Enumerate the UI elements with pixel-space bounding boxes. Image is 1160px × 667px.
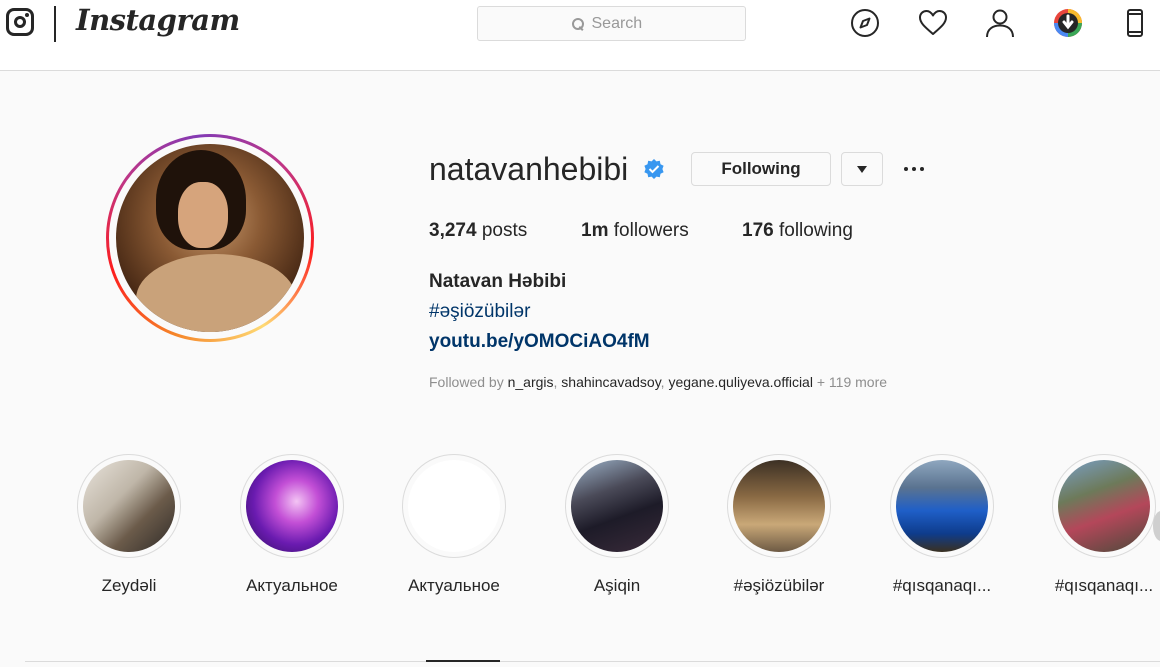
highlight-cover bbox=[733, 460, 825, 552]
followers-count: 1m bbox=[581, 220, 609, 241]
following-count: 176 bbox=[742, 220, 774, 241]
posts-count-stat: 3,274 posts bbox=[429, 220, 527, 242]
bio-external-link[interactable]: youtu.be/yOMOCiAO4fM bbox=[429, 331, 650, 353]
highlight-cover bbox=[571, 460, 663, 552]
posts-label: posts bbox=[481, 220, 528, 241]
followed-by-prefix: Followed by bbox=[429, 374, 504, 390]
following-label: following bbox=[778, 220, 853, 241]
highlight-label: Zeydəli bbox=[101, 576, 157, 595]
explore-compass-icon[interactable] bbox=[848, 6, 882, 40]
downloader-extension-icon[interactable] bbox=[1051, 6, 1085, 40]
verified-badge-icon bbox=[644, 159, 664, 179]
highlight-label: #qısqanaqı... bbox=[892, 576, 992, 595]
suggested-accounts-dropdown-button[interactable] bbox=[841, 152, 883, 186]
more-options-icon[interactable] bbox=[898, 158, 930, 180]
followed-by-name: n_argis bbox=[507, 374, 554, 390]
posts-count: 3,274 bbox=[429, 220, 477, 241]
followed-by-name: yegane.quliyeva.official bbox=[668, 374, 813, 390]
following-button[interactable]: Following bbox=[691, 152, 831, 186]
profile-avatar-story-ring[interactable] bbox=[106, 134, 314, 342]
highlights-next-arrow[interactable] bbox=[1153, 511, 1160, 541]
profile-full-name: Natavan Həbibi bbox=[429, 271, 567, 292]
highlight-cover bbox=[83, 460, 175, 552]
followed-by-more: + 119 more bbox=[816, 374, 888, 390]
search-icon bbox=[571, 17, 584, 30]
highlight-cover bbox=[896, 460, 988, 552]
followers-count-stat[interactable]: 1m followers bbox=[581, 220, 689, 242]
highlight-cover bbox=[408, 460, 500, 552]
followed-by-name: shahincavadsoy bbox=[561, 374, 661, 390]
profile-person-icon[interactable] bbox=[983, 6, 1017, 40]
mobile-phone-icon[interactable] bbox=[1118, 6, 1152, 40]
highlight-label: Актуальное bbox=[246, 576, 338, 595]
highlight-cover bbox=[1058, 460, 1150, 552]
activity-heart-icon[interactable] bbox=[916, 6, 950, 40]
highlight-cover bbox=[246, 460, 338, 552]
avatar[interactable] bbox=[116, 144, 304, 332]
followers-label: followers bbox=[613, 220, 689, 241]
following-count-stat[interactable]: 176 following bbox=[742, 220, 853, 242]
chevron-down-icon bbox=[857, 165, 867, 173]
highlight-label: #əşiözübilər bbox=[733, 576, 825, 595]
search-box[interactable] bbox=[477, 6, 746, 41]
instagram-camera-logo-icon[interactable] bbox=[6, 8, 34, 36]
highlight-label: Актуальное bbox=[408, 576, 500, 595]
instagram-wordmark-logo[interactable]: Instagram bbox=[76, 3, 240, 37]
search-input[interactable] bbox=[591, 14, 652, 33]
top-navigation-bar: Instagram bbox=[0, 0, 1160, 71]
active-tab-indicator bbox=[426, 660, 500, 662]
bio-hashtag-link[interactable]: #əşiözübilər bbox=[429, 301, 530, 323]
followed-by-line[interactable]: Followed by n_argis, shahincavadsoy, yeg… bbox=[429, 374, 887, 390]
highlight-label: #qısqanaqı... bbox=[1054, 576, 1154, 595]
posts-tab-divider bbox=[25, 661, 1160, 662]
logo-divider bbox=[54, 6, 56, 42]
highlight-label: Aşiqin bbox=[593, 576, 641, 595]
profile-username: natavanhebibi bbox=[429, 151, 629, 187]
